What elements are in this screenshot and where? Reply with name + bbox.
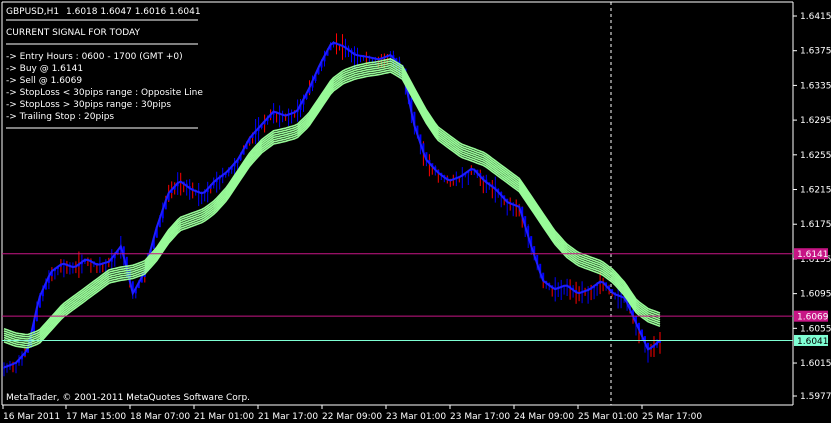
signal-line-buy: -> Buy @ 1.6141 — [6, 64, 83, 74]
chart-background — [0, 0, 831, 423]
symbol-label: GBPUSD,H1 — [6, 7, 59, 17]
price-tick-label: 1.6015 — [800, 359, 831, 369]
price-tick-label: 1.6295 — [800, 116, 831, 126]
time-tick-label: 18 Mar 07:00 — [130, 412, 190, 422]
price-tick-label: 1.6255 — [800, 151, 831, 161]
time-tick-label: 23 Mar 01:00 — [386, 412, 446, 422]
sell-price-tag: 1.6069 — [794, 310, 829, 323]
signal-line-sell: -> Sell @ 1.6069 — [6, 76, 82, 86]
price-tick-label: 1.5977 — [800, 392, 831, 402]
copyright-text: MetaTrader, © 2001-2011 MetaQuotes Softw… — [6, 393, 250, 403]
time-tick-label: 22 Mar 09:00 — [322, 412, 382, 422]
buy-price-tag: 1.6141 — [794, 248, 829, 260]
signal-line-stoploss-small: -> StopLoss < 30pips range : Opposite Li… — [6, 88, 203, 98]
signal-panel-title: CURRENT SIGNAL FOR TODAY — [6, 28, 140, 38]
price-tick-label: 1.6095 — [800, 290, 831, 300]
price-tick-label: 1.6175 — [800, 220, 831, 230]
price-tick-label: 1.6375 — [800, 47, 831, 57]
price-tick-label: 1.6415 — [800, 12, 831, 22]
time-tick-label: 17 Mar 15:00 — [66, 412, 126, 422]
time-tick-label: 16 Mar 2011 — [3, 412, 60, 422]
current-price-tag: 1.6041 — [794, 334, 829, 347]
time-tick-label: 25 Mar 01:00 — [578, 412, 638, 422]
ohlc-values: 1.6018 1.6047 1.6016 1.6041 — [66, 7, 201, 17]
price-chart[interactable]: GBPUSD,H1 1.6018 1.6047 1.6016 1.6041 CU… — [0, 0, 831, 423]
signal-line-trailing-stop: -> Trailing Stop : 20pips — [6, 112, 114, 122]
price-tick-label: 1.6215 — [800, 186, 831, 196]
time-tick-label: 24 Mar 09:00 — [514, 412, 574, 422]
time-tick-label: 21 Mar 01:00 — [194, 412, 254, 422]
sell-price-tag-text: 1.6069 — [797, 313, 829, 323]
buy-price-tag-text: 1.6141 — [797, 250, 829, 260]
signal-line-entry-hours: -> Entry Hours : 0600 - 1700 (GMT +0) — [6, 52, 183, 62]
time-tick-label: 21 Mar 17:00 — [258, 412, 318, 422]
price-tick-label: 1.6055 — [800, 324, 831, 334]
price-tick-label: 1.6335 — [800, 81, 831, 91]
time-tick-label: 23 Mar 17:00 — [450, 412, 510, 422]
signal-line-stoploss-large: -> StopLoss > 30pips range : 30pips — [6, 100, 171, 110]
time-tick-label: 25 Mar 17:00 — [642, 412, 702, 422]
current-price-tag-text: 1.6041 — [797, 337, 829, 347]
